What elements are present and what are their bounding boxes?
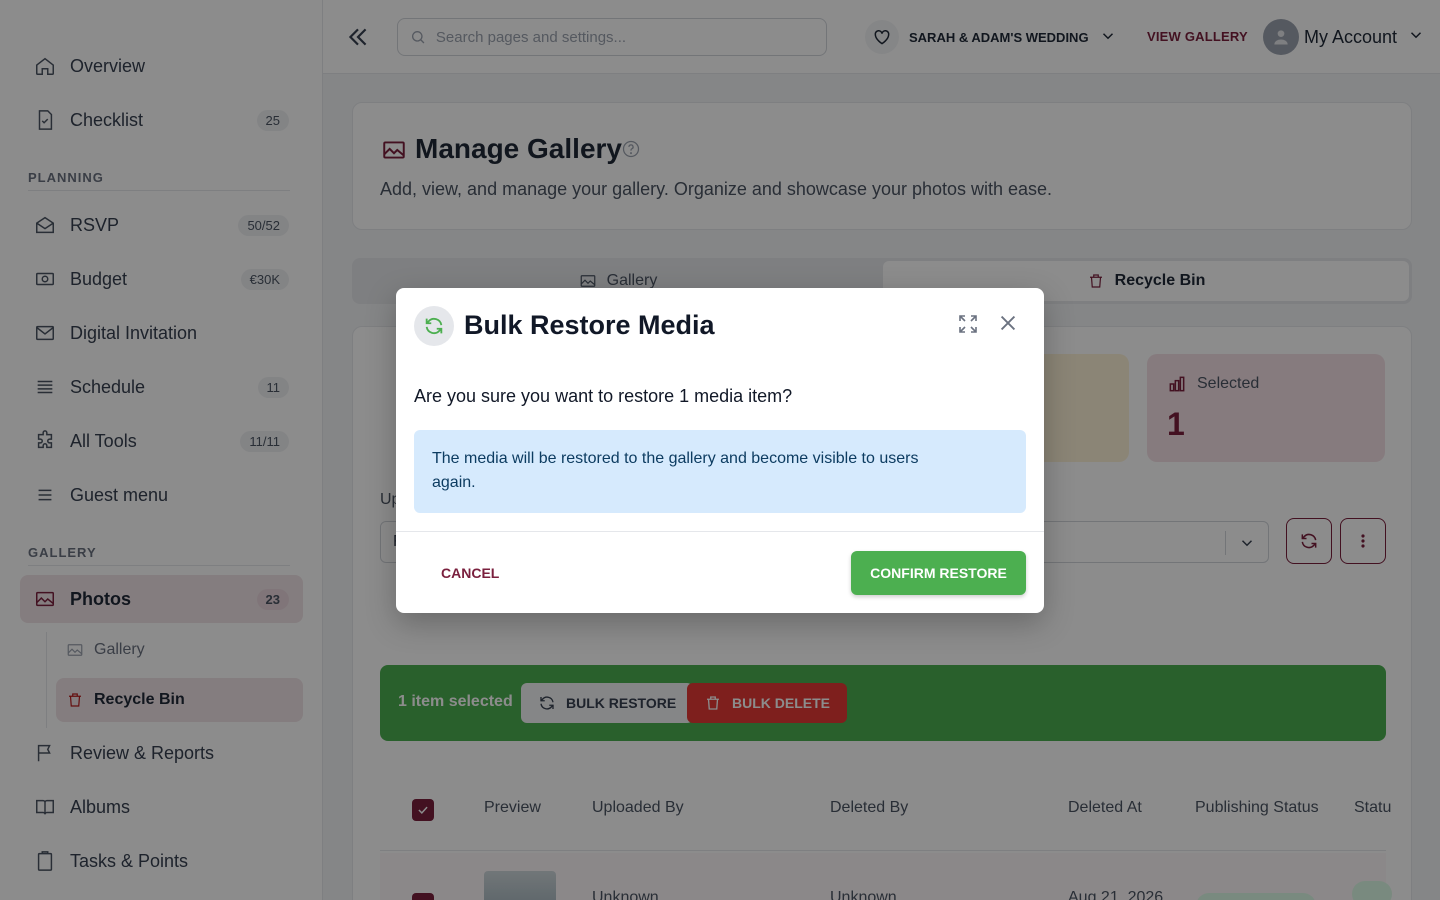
info-text: The media will be restored to the galler… — [432, 450, 919, 491]
dialog-question: Are you sure you want to restore 1 media… — [414, 386, 793, 406]
restore-icon — [414, 306, 454, 346]
cancel-button[interactable]: CANCEL — [424, 558, 516, 588]
bulk-restore-dialog: Bulk Restore Media Are you sure you want… — [396, 288, 1044, 613]
expand-icon[interactable] — [956, 312, 980, 336]
confirm-restore-button[interactable]: CONFIRM RESTORE — [851, 551, 1026, 595]
dialog-title: Bulk Restore Media — [464, 310, 715, 340]
close-icon[interactable] — [997, 312, 1019, 334]
dialog-footer: CANCEL CONFIRM RESTORE — [396, 531, 1044, 613]
info-alert: The media will be restored to the galler… — [414, 430, 1026, 513]
